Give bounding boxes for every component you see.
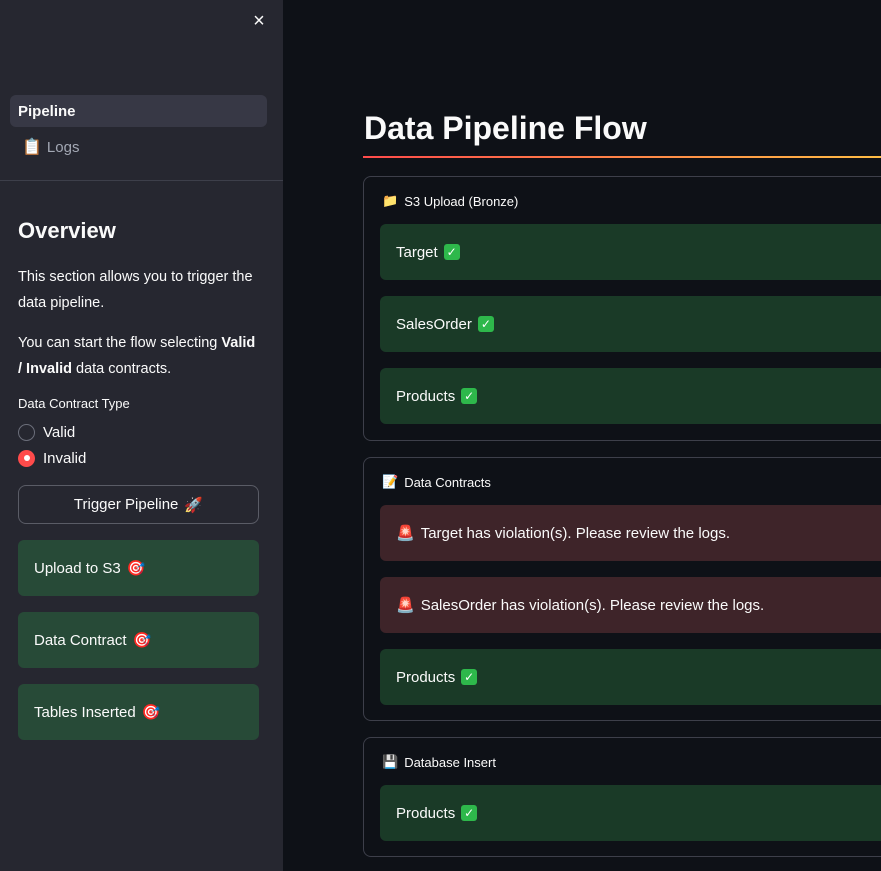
close-icon[interactable]: ×	[249, 11, 269, 31]
alert-text: Products	[396, 387, 456, 405]
panel-s3-upload: 📁 S3 Upload (Bronze) Target ✓ SalesOrder ✓…	[363, 176, 881, 441]
siren-icon: 🚨	[396, 525, 415, 542]
memo-icon: 📝	[382, 474, 399, 489]
alert-text: SalesOrder	[396, 315, 472, 333]
radio-group-label: Data Contract Type	[18, 396, 130, 411]
radio-label-invalid: Invalid	[43, 449, 87, 467]
status-alert-success: SalesOrder ✓	[380, 296, 881, 352]
step-upload-s3: Upload to S3 🎯	[18, 540, 259, 596]
step-label: Upload to S3	[34, 559, 121, 577]
folder-icon: 📁	[382, 193, 399, 208]
panel-header-label: Data Contracts	[404, 474, 491, 490]
alert-text: Target has violation(s). Please review t…	[420, 524, 731, 542]
panel-header: 💾 Database Insert	[382, 754, 496, 770]
panel-header: 📝 Data Contracts	[382, 474, 491, 490]
status-alert-success: Products ✓	[380, 368, 881, 424]
sidebar-divider	[0, 180, 283, 181]
radio-label-valid: Valid	[43, 423, 76, 441]
overview-section: Overview This section allows you to trig…	[18, 218, 259, 740]
panel-header: 📁 S3 Upload (Bronze)	[382, 193, 518, 209]
overview-paragraph-1: This section allows you to trigger the d…	[18, 269, 253, 311]
alert-text: Products	[396, 804, 456, 822]
sidebar-item-pipeline[interactable]: Pipeline	[10, 95, 267, 127]
para2-prefix: You can start the flow selecting	[18, 335, 222, 351]
step-tables-inserted: Tables Inserted 🎯	[18, 684, 259, 740]
target-icon: 🎯	[126, 560, 146, 577]
target-icon: 🎯	[132, 632, 152, 649]
clipboard-icon: 📋	[22, 139, 42, 156]
check-icon: ✓	[443, 244, 460, 260]
target-icon: 🎯	[141, 704, 161, 721]
trigger-pipeline-button[interactable]: Trigger Pipeline 🚀	[18, 485, 259, 524]
trigger-button-label: Trigger Pipeline	[73, 496, 179, 513]
step-data-contract: Data Contract 🎯	[18, 612, 259, 668]
siren-icon: 🚨	[396, 597, 415, 614]
step-label: Data Contract	[34, 631, 127, 649]
para2-suffix: data contracts.	[72, 361, 172, 377]
radio-button-unchecked[interactable]	[18, 423, 35, 441]
radio-invalid[interactable]: Invalid	[18, 445, 259, 471]
alert-text: SalesOrder has violation(s). Please revi…	[420, 596, 765, 614]
panel-database-insert: 💾 Database Insert Products ✓	[363, 737, 881, 857]
check-icon: ✓	[461, 669, 478, 685]
alert-text: Products	[396, 668, 456, 686]
title-divider	[363, 156, 881, 158]
check-icon: ✓	[477, 316, 494, 332]
status-alert-error: 🚨 Target has violation(s). Please review …	[380, 505, 881, 561]
panel-header-label: Database Insert	[404, 754, 496, 770]
sidebar-item-logs[interactable]: 📋 Logs	[10, 131, 267, 163]
sidebar-nav: Pipeline 📋 Logs	[10, 95, 267, 167]
check-icon: ✓	[461, 388, 478, 404]
rocket-icon: 🚀	[184, 496, 204, 514]
sidebar-item-label: Logs	[46, 138, 80, 156]
status-alert-success: Products ✓	[380, 785, 881, 841]
panel-data-contracts: 📝 Data Contracts 🚨 Target has violation(s…	[363, 457, 881, 721]
status-alert-success: Products ✓	[380, 649, 881, 705]
page-title: Data Pipeline Flow	[364, 110, 647, 146]
alert-text: Target	[396, 243, 438, 261]
overview-title: Overview	[18, 218, 116, 243]
step-label: Tables Inserted	[34, 703, 136, 721]
check-icon: ✓	[461, 805, 478, 821]
floppy-disk-icon: 💾	[382, 754, 399, 769]
status-alert-success: Target ✓	[380, 224, 881, 280]
status-alert-error: 🚨 SalesOrder has violation(s). Please rev…	[380, 577, 881, 633]
panel-header-label: S3 Upload (Bronze)	[404, 193, 519, 209]
overview-paragraph-2: You can start the flow selecting Valid /…	[18, 330, 259, 382]
sidebar-item-label: Pipeline	[18, 102, 76, 120]
radio-valid[interactable]: Valid	[18, 419, 259, 445]
sidebar: × Pipeline 📋 Logs Overview This section …	[0, 0, 283, 871]
radio-button-checked[interactable]	[18, 449, 35, 467]
